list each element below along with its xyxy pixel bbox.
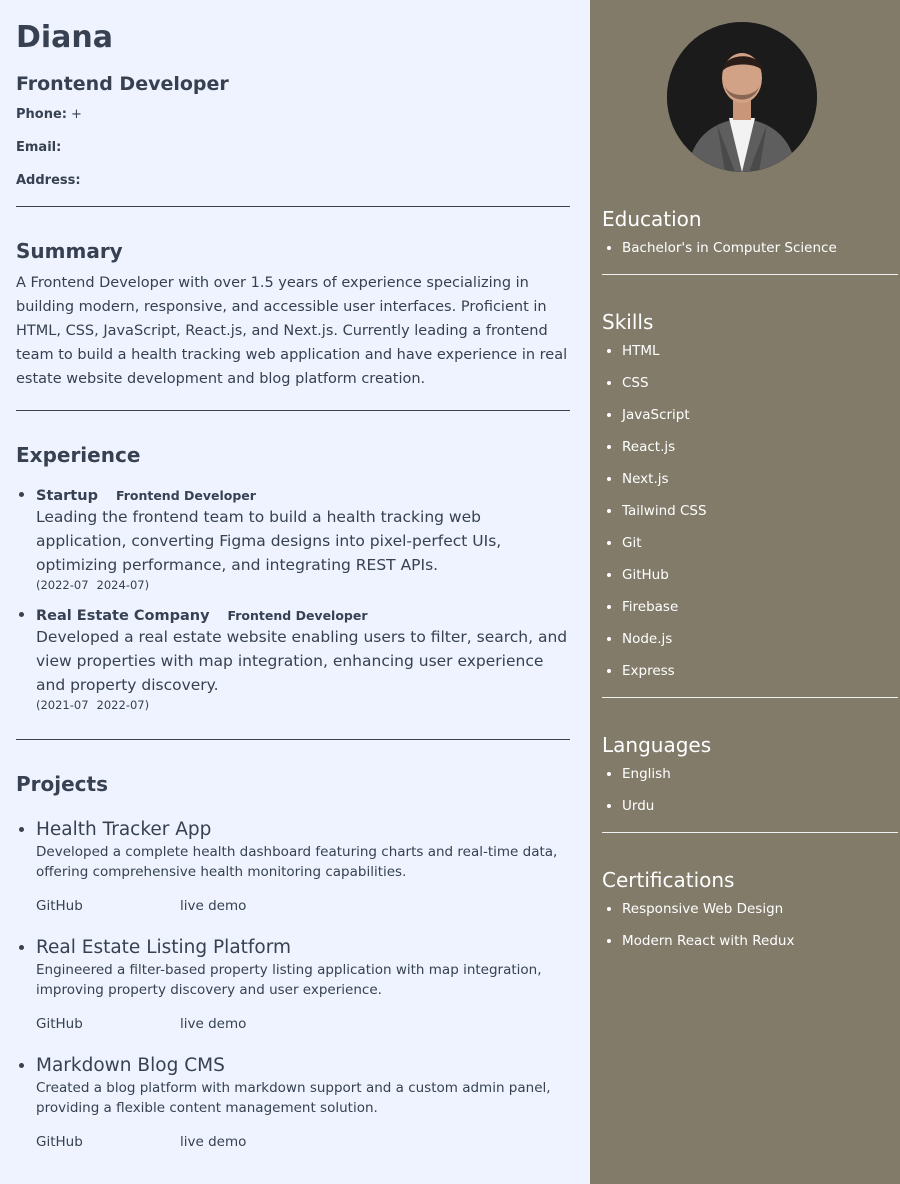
language-item: Urdu xyxy=(622,790,898,822)
skill-item: Express xyxy=(622,655,898,687)
experience-dates: (2022-07 2024-07) xyxy=(36,577,570,593)
project-list: Health Tracker App Developed a complete … xyxy=(16,818,570,1152)
end-date: 2022-07) xyxy=(96,698,150,712)
skill-item: Firebase xyxy=(622,591,898,623)
education-heading: Education xyxy=(602,207,702,231)
project-links: GitHub live demo xyxy=(36,1132,570,1152)
position-title: Frontend Developer xyxy=(115,488,256,503)
main-column: Diana Frontend Developer Phone: + Email: … xyxy=(0,0,590,1184)
skills-heading: Skills xyxy=(602,310,654,334)
live-demo-link[interactable]: live demo xyxy=(180,1014,246,1034)
skill-item: Node.js xyxy=(622,623,898,655)
education-item: Bachelor's in Computer Science xyxy=(622,232,898,264)
profile-photo-illustration xyxy=(667,22,817,172)
skill-item: Git xyxy=(622,527,898,559)
project-item: Health Tracker App Developed a complete … xyxy=(36,818,570,916)
start-date: (2022-07 xyxy=(36,578,89,592)
experience-dates: (2021-07 2022-07) xyxy=(36,697,570,713)
github-link[interactable]: GitHub xyxy=(36,896,180,916)
project-title: Real Estate Listing Platform xyxy=(36,937,292,958)
github-link[interactable]: GitHub xyxy=(36,1132,180,1152)
end-date: 2024-07) xyxy=(96,578,150,592)
project-description: Engineered a filter-based property listi… xyxy=(36,962,542,998)
live-demo-link[interactable]: live demo xyxy=(180,896,246,916)
certification-item: Responsive Web Design xyxy=(622,893,898,925)
resume-page: Diana Frontend Developer Phone: + Email: … xyxy=(0,0,900,1184)
languages-heading: Languages xyxy=(602,733,712,757)
skill-item: GitHub xyxy=(622,559,898,591)
certifications-heading: Certifications xyxy=(602,868,735,892)
skill-item: HTML xyxy=(622,335,898,367)
experience-item: Real Estate Company Frontend Developer De… xyxy=(36,605,570,713)
address-label: Address: xyxy=(16,173,81,188)
position-title: Frontend Developer xyxy=(227,608,368,623)
skill-item: JavaScript xyxy=(622,399,898,431)
project-links: GitHub live demo xyxy=(36,896,570,916)
education-list: Bachelor's in Computer Science xyxy=(602,232,898,264)
project-links: GitHub live demo xyxy=(36,1014,570,1034)
phone-label: Phone: xyxy=(16,107,67,122)
skill-item: Tailwind CSS xyxy=(622,495,898,527)
person-name: Diana xyxy=(16,20,114,55)
address-row: Address: xyxy=(16,172,570,196)
start-date: (2021-07 xyxy=(36,698,89,712)
job-title: Frontend Developer xyxy=(16,73,229,95)
live-demo-link[interactable]: live demo xyxy=(180,1132,246,1152)
skill-item: React.js xyxy=(622,431,898,463)
email-label: Email: xyxy=(16,140,62,155)
certification-item: Modern React with Redux xyxy=(622,925,898,957)
experience-description: Leading the frontend team to build a hea… xyxy=(36,508,502,574)
skills-list: HTML CSS JavaScript React.js Next.js Tai… xyxy=(602,335,898,687)
summary-text: A Frontend Developer with over 1.5 years… xyxy=(16,275,568,387)
language-item: English xyxy=(622,758,898,790)
project-description: Created a blog platform with markdown su… xyxy=(36,1080,551,1116)
github-link[interactable]: GitHub xyxy=(36,1014,180,1034)
company-name: Real Estate Company xyxy=(36,608,210,624)
experience-description: Developed a real estate website enabling… xyxy=(36,628,568,694)
email-row: Email: xyxy=(16,139,570,172)
experience-item: Startup Frontend Developer Leading the fr… xyxy=(36,485,570,593)
skill-item: Next.js xyxy=(622,463,898,495)
skill-item: CSS xyxy=(622,367,898,399)
phone-row: Phone: + xyxy=(16,106,570,139)
company-name: Startup xyxy=(36,488,98,504)
projects-heading: Projects xyxy=(16,772,109,796)
project-item: Markdown Blog CMS Created a blog platfor… xyxy=(36,1054,570,1152)
phone-value: + xyxy=(70,107,82,122)
experience-list: Startup Frontend Developer Leading the fr… xyxy=(16,485,570,713)
project-title: Markdown Blog CMS xyxy=(36,1055,225,1076)
profile-photo xyxy=(667,22,817,172)
summary-heading: Summary xyxy=(16,239,123,263)
sidebar: Education Bachelor's in Computer Science… xyxy=(590,0,900,1184)
languages-list: English Urdu xyxy=(602,758,898,822)
project-title: Health Tracker App xyxy=(36,819,212,840)
project-description: Developed a complete health dashboard fe… xyxy=(36,844,558,880)
experience-heading: Experience xyxy=(16,443,141,467)
project-item: Real Estate Listing Platform Engineered … xyxy=(36,936,570,1034)
certifications-list: Responsive Web Design Modern React with … xyxy=(602,893,898,957)
